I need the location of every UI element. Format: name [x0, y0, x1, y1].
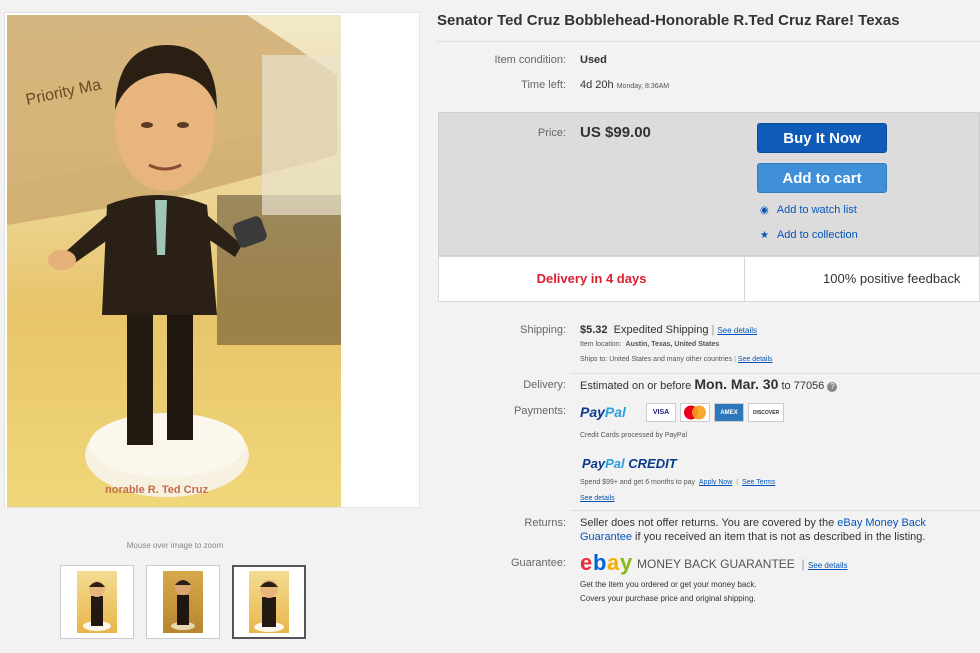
paypal-logo-pal: Pal — [604, 404, 626, 420]
mastercard-circles-icon — [684, 405, 706, 420]
delivery-days: Delivery in 4 days — [536, 271, 647, 286]
ebay-logo-art: e b a y — [580, 550, 634, 575]
condition-value: Used — [580, 54, 607, 66]
thumbnail-strip — [60, 565, 306, 639]
time-left-value: 4d 20h Monday, 8:36AM — [580, 79, 669, 91]
see-terms-link[interactable]: See Terms — [742, 479, 775, 486]
base-plate-text: norable R. Ted Cruz — [105, 484, 209, 496]
paypal-credit-pal: Pal — [605, 456, 625, 471]
ships-to-label: Ships to: — [580, 356, 608, 363]
svg-text:b: b — [593, 551, 606, 575]
positive-feedback: 100% positive feedback — [823, 271, 961, 286]
guarantee-link[interactable]: Guarantee — [580, 531, 632, 543]
star-icon: ★ — [760, 229, 769, 241]
help-icon[interactable]: ? — [827, 382, 838, 392]
paypal-credit-offer: Spend $99+ and get 6 months to pay — [580, 479, 696, 486]
buy-it-now-button[interactable]: Buy It Now — [757, 123, 887, 153]
thumbnail-2[interactable] — [146, 565, 220, 639]
discover-card-icon: DISCOVER — [748, 403, 784, 422]
money-back-link[interactable]: eBay Money Back — [837, 517, 926, 529]
svg-text:e: e — [580, 551, 592, 575]
title-divider — [437, 41, 980, 42]
thumbnail-1[interactable] — [60, 565, 134, 639]
ships-to-separator: | — [734, 356, 736, 363]
guarantee-line-2: Covers your purchase price and original … — [580, 594, 756, 603]
strip-divider — [744, 257, 745, 301]
svg-text:y: y — [620, 551, 633, 575]
delivery-label: Delivery: — [523, 379, 566, 391]
time-left-label: Time left: — [521, 79, 566, 91]
shipping-label: Shipping: — [520, 324, 566, 336]
returns-text-1: Seller does not offer returns. You are c… — [580, 517, 835, 529]
apply-now-link[interactable]: Apply Now — [699, 479, 732, 486]
guarantee-line-1: Get the item you ordered or get your mon… — [580, 580, 757, 589]
returns-label: Returns: — [524, 517, 566, 529]
shipping-cost: $5.32 — [580, 324, 608, 336]
item-location-label: Item location: — [580, 341, 622, 348]
watch-list-label: Add to watch list — [776, 204, 857, 216]
ships-to-details-link[interactable]: See details — [738, 356, 773, 363]
main-product-image-frame[interactable]: Priority Ma norable R. Ted Cruz — [4, 12, 420, 508]
paypal-credit-logo: PayPal CREDIT — [582, 456, 677, 471]
shipping-value: $5.32 Expedited Shipping | See details — [580, 324, 757, 336]
guarantee-label: Guarantee: — [510, 557, 566, 569]
item-location-row: Item location: Austin, Texas, United Sta… — [580, 341, 719, 348]
price-label: Price: — [537, 127, 566, 139]
price-value: US $99.00 — [580, 124, 651, 141]
paypal-credit-details-row: See details — [580, 495, 615, 502]
delivery-to: to — [781, 380, 791, 392]
shipping-separator: | — [711, 324, 715, 336]
bobblehead-photo-art: Priority Ma norable R. Ted Cruz — [7, 15, 341, 497]
condition-label: Item condition: — [494, 54, 566, 66]
product-photo[interactable]: Priority Ma norable R. Ted Cruz — [7, 15, 341, 507]
listing-title: Senator Ted Cruz Bobblehead-Honorable R.… — [437, 12, 900, 29]
delivery-value: Estimated on or before Mon. Mar. 30 to 7… — [580, 376, 838, 392]
mastercard-card-icon — [680, 403, 710, 422]
returns-rule — [570, 510, 980, 511]
add-to-cart-button[interactable]: Add to cart — [757, 163, 887, 193]
svg-text:a: a — [607, 551, 620, 575]
delivery-zip: 77056 — [793, 380, 825, 392]
returns-line-2: Guarantee if you received an item that i… — [580, 531, 980, 543]
time-left-day: Monday, 8:36AM — [616, 83, 670, 90]
collection-label: Add to collection — [776, 229, 858, 241]
guarantee-details-link[interactable]: See details — [808, 561, 848, 570]
amex-card-icon: AMEX — [714, 403, 744, 422]
zoom-hint: Mouse over image to zoom — [126, 541, 224, 550]
paypal-credit-offer-row: Spend $99+ and get 6 months to pay Apply… — [580, 479, 776, 486]
paypal-credit-details-link[interactable]: See details — [580, 495, 615, 502]
delivery-prefix: Estimated on or before — [580, 380, 692, 392]
time-left-duration: 4d 20h — [580, 79, 614, 91]
add-to-collection-link[interactable]: ★ Add to collection — [760, 229, 858, 241]
paypal-credit-pay: Pay — [582, 456, 606, 471]
thumbnail-2-image — [171, 579, 195, 630]
delivery-rule — [570, 373, 980, 374]
ships-to-value: United States and many other countries — [609, 356, 733, 363]
delivery-date: Mon. Mar. 30 — [694, 376, 779, 392]
credit-cards-note: Credit Cards processed by PayPal — [580, 432, 687, 439]
money-back-guarantee-row: MONEY BACK GUARANTEE | See details — [637, 557, 848, 571]
visa-card-icon: VISA — [646, 403, 676, 422]
thumbnail-3-image — [254, 580, 284, 632]
paypal-logo: PayPal — [580, 404, 626, 420]
shipping-details-link[interactable]: See details — [717, 326, 757, 335]
item-location-value: Austin, Texas, United States — [625, 341, 720, 348]
returns-line-1: Seller does not offer returns. You are c… — [580, 517, 980, 529]
payments-label: Payments: — [514, 405, 566, 417]
thumbnail-3-selected[interactable] — [232, 565, 306, 639]
delivery-feedback-strip: Delivery in 4 days 100% positive feedbac… — [438, 256, 980, 302]
paypal-credit-word: CREDIT — [628, 456, 677, 471]
add-to-watch-list-link[interactable]: ◉ Add to watch list — [760, 204, 857, 216]
shipping-method: Expedited Shipping — [613, 324, 709, 336]
money-back-guarantee-text: MONEY BACK GUARANTEE — [637, 557, 795, 571]
returns-text-2: if you received an item that is not as d… — [635, 531, 926, 543]
paypal-logo-pay: Pay — [580, 404, 605, 420]
thumbnail-1-image — [83, 581, 111, 631]
eye-icon: ◉ — [760, 204, 769, 216]
ebay-logo: e b a y — [580, 550, 636, 581]
ships-to-row: Ships to: United States and many other c… — [580, 356, 773, 363]
